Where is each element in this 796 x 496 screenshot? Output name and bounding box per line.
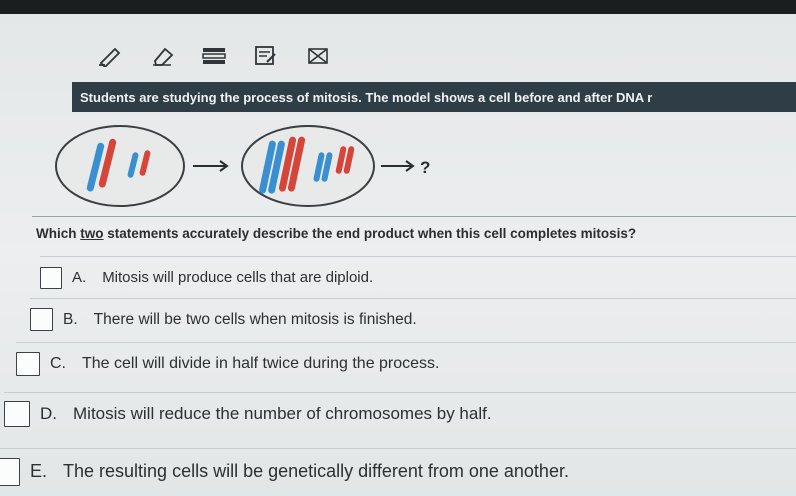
mitosis-model-diagram: ? (55, 125, 430, 207)
answer-eliminator-button[interactable] (304, 44, 332, 68)
checkbox-b[interactable] (30, 308, 53, 331)
checkbox-d[interactable] (4, 400, 30, 427)
checkbox-a[interactable] (40, 266, 62, 289)
answer-option-d[interactable]: D. Mitosis will reduce the number of chr… (4, 392, 796, 434)
cell-after (241, 125, 375, 207)
pencil-tool-button[interactable] (96, 44, 124, 68)
question-prefix: Which (36, 226, 81, 241)
answer-option-b[interactable]: B. There will be two cells when mitosis … (30, 298, 796, 340)
pencil-icon (99, 47, 121, 67)
option-text: There will be two cells when mitosis is … (93, 310, 417, 328)
unknown-result-label: ? (420, 158, 430, 177)
test-page: Students are studying the process of mit… (0, 14, 796, 496)
section-divider (32, 216, 796, 217)
notepad-tool-button[interactable] (252, 44, 280, 68)
eraser-tool-button[interactable] (148, 44, 176, 68)
question-suffix: statements accurately describe the end p… (103, 226, 637, 241)
question-prompt: Which two statements accurately describe… (36, 226, 636, 241)
option-letter: E. (30, 461, 48, 481)
cross-out-icon (308, 48, 328, 64)
highlighter-icon (202, 48, 226, 64)
option-letter: B. (63, 310, 78, 328)
eraser-icon (153, 47, 174, 66)
option-text: The cell will divide in half twice durin… (82, 354, 440, 372)
question-stem-banner: Students are studying the process of mit… (72, 82, 796, 112)
stem-text: Students are studying the process of mit… (80, 89, 653, 105)
answer-option-a[interactable]: A. Mitosis will produce cells that are d… (40, 256, 796, 298)
answer-option-e[interactable]: E. The resulting cells will be genetical… (0, 448, 796, 494)
notepad-icon (255, 46, 276, 65)
highlighter-tool-button[interactable] (200, 44, 228, 68)
cell-before (55, 125, 185, 207)
checkbox-e[interactable] (0, 457, 20, 486)
question-emphasis: two (80, 226, 104, 241)
checkbox-c[interactable] (16, 351, 40, 376)
option-letter: D. (40, 403, 57, 423)
option-text: Mitosis will reduce the number of chromo… (73, 403, 492, 423)
answer-option-c[interactable]: C. The cell will divide in half twice du… (16, 342, 796, 384)
option-letter: C. (50, 354, 66, 372)
option-text: Mitosis will produce cells that are dipl… (102, 269, 374, 286)
toolbar (96, 44, 332, 70)
option-letter: A. (72, 269, 87, 286)
screen-bezel (0, 0, 796, 14)
option-text: The resulting cells will be genetically … (63, 461, 569, 481)
